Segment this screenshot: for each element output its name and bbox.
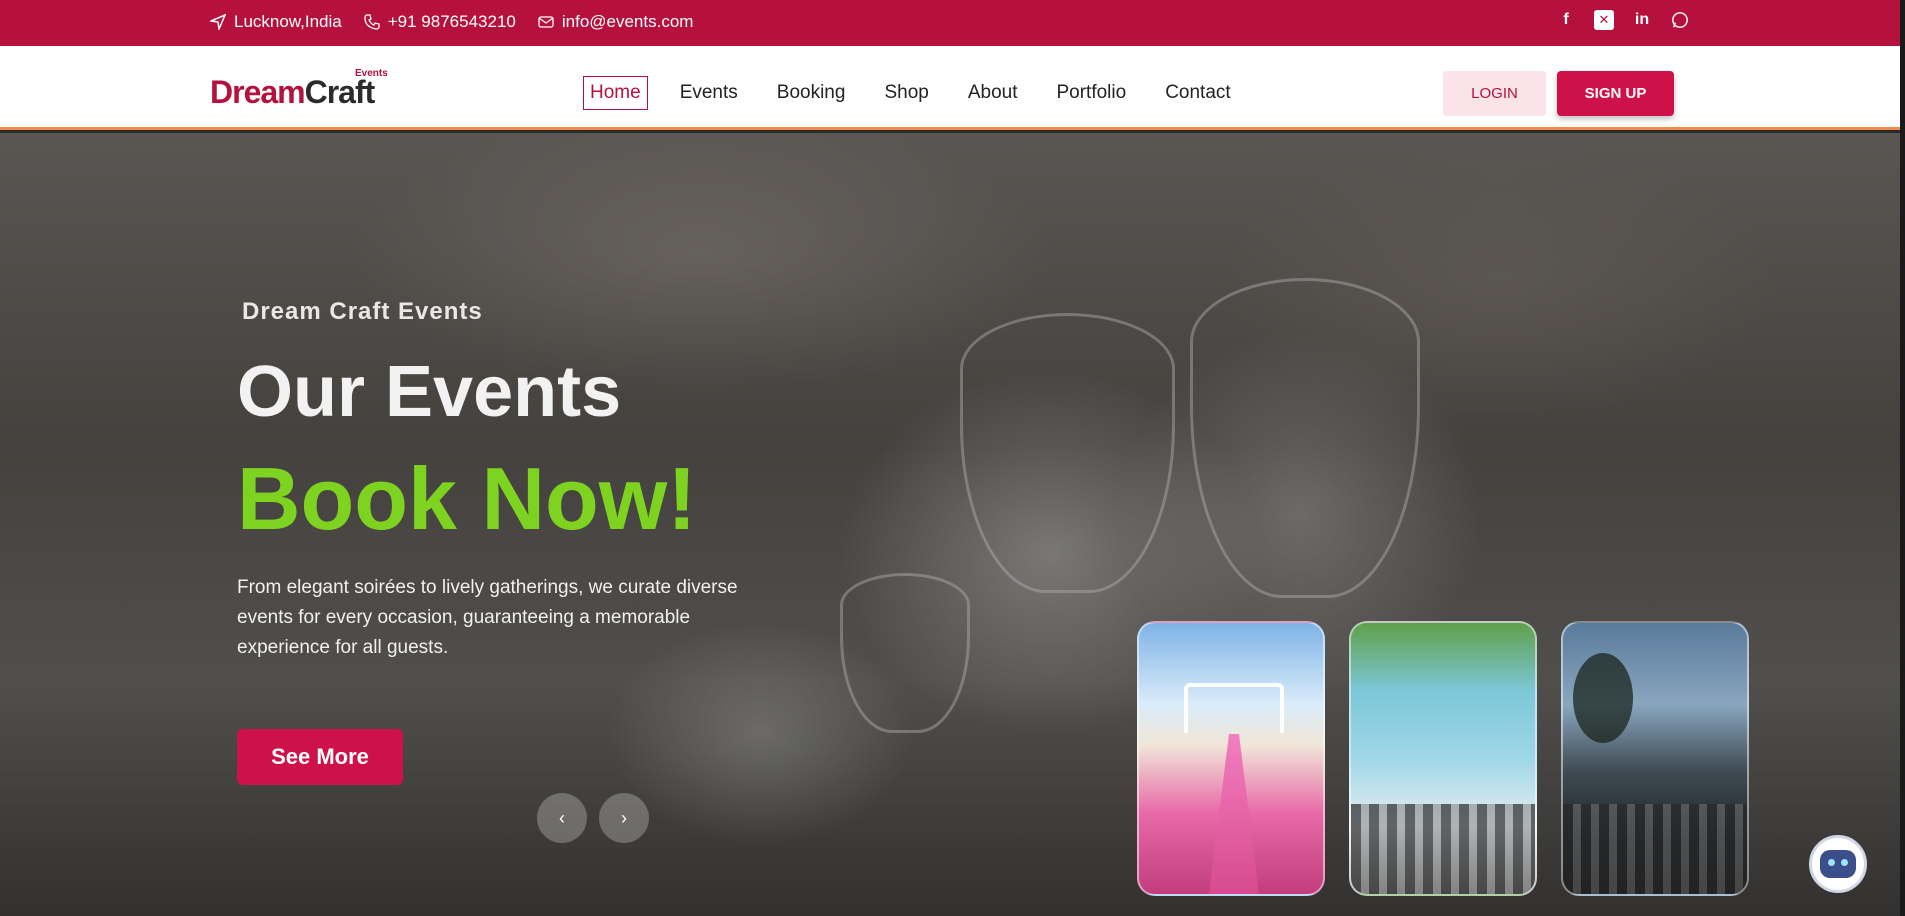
- envelope-icon: [538, 16, 554, 28]
- nav-events[interactable]: Events: [673, 76, 745, 110]
- nav-home[interactable]: Home: [583, 76, 648, 110]
- nav-contact[interactable]: Contact: [1158, 76, 1237, 110]
- nav-shop[interactable]: Shop: [877, 76, 935, 110]
- facebook-icon[interactable]: f: [1556, 10, 1576, 30]
- hero-title: Our Events: [237, 352, 622, 432]
- primary-menu: Home Events Booking Shop About Portfolio…: [583, 76, 1263, 110]
- window-edge: [1900, 0, 1905, 916]
- event-card-color-festival[interactable]: [1349, 621, 1537, 896]
- hero-kicker: Dream Craft Events: [242, 298, 483, 325]
- top-contact-bar: Lucknow,India +91 9876543210 info@events…: [0, 0, 1900, 46]
- phone-icon: [364, 14, 380, 30]
- crowd-graphic: [1351, 804, 1535, 894]
- phone-text: +91 9876543210: [387, 12, 516, 31]
- x-icon[interactable]: ✕: [1594, 10, 1614, 30]
- robot-icon: [1820, 850, 1856, 878]
- main-navbar: DreamCraft Events Home Events Booking Sh…: [0, 46, 1900, 130]
- wedding-arch-graphic: [1184, 683, 1284, 733]
- social-links: f ✕ in: [1556, 10, 1690, 30]
- phone-item[interactable]: +91 9876543210: [364, 12, 516, 32]
- event-card-beach-wedding[interactable]: [1137, 621, 1325, 896]
- nav-about[interactable]: About: [961, 76, 1025, 110]
- whatsapp-icon[interactable]: [1670, 10, 1690, 30]
- logo-tagline: Events: [355, 68, 388, 79]
- chatbot-button[interactable]: [1809, 835, 1867, 893]
- location-text: Lucknow,India: [234, 12, 342, 31]
- location-arrow-icon: [210, 14, 226, 30]
- see-more-button[interactable]: See More: [237, 729, 403, 785]
- hero-highlight: Book Now!: [237, 449, 697, 548]
- hero-banner: Dream Craft Events Our Events Book Now! …: [0, 133, 1900, 916]
- linkedin-icon[interactable]: in: [1632, 10, 1652, 30]
- signup-button[interactable]: SIGN UP: [1557, 71, 1674, 116]
- nav-portfolio[interactable]: Portfolio: [1049, 76, 1133, 110]
- next-slide-button[interactable]: ›: [599, 793, 649, 843]
- logo-wordmark: DreamCraft: [210, 74, 375, 110]
- location-item: Lucknow,India: [210, 12, 342, 32]
- contact-info: Lucknow,India +91 9876543210 info@events…: [210, 12, 693, 32]
- prev-slide-button[interactable]: ‹: [537, 793, 587, 843]
- event-card-concert[interactable]: [1561, 621, 1749, 896]
- flower-aisle-graphic: [1209, 734, 1259, 894]
- email-text: info@events.com: [561, 12, 694, 31]
- crowd-graphic: [1563, 804, 1747, 894]
- nav-booking[interactable]: Booking: [770, 76, 853, 110]
- hero-description: From elegant soirées to lively gathering…: [237, 577, 738, 658]
- email-item[interactable]: info@events.com: [538, 12, 694, 32]
- login-button[interactable]: LOGIN: [1443, 71, 1546, 116]
- tree-graphic: [1573, 653, 1633, 743]
